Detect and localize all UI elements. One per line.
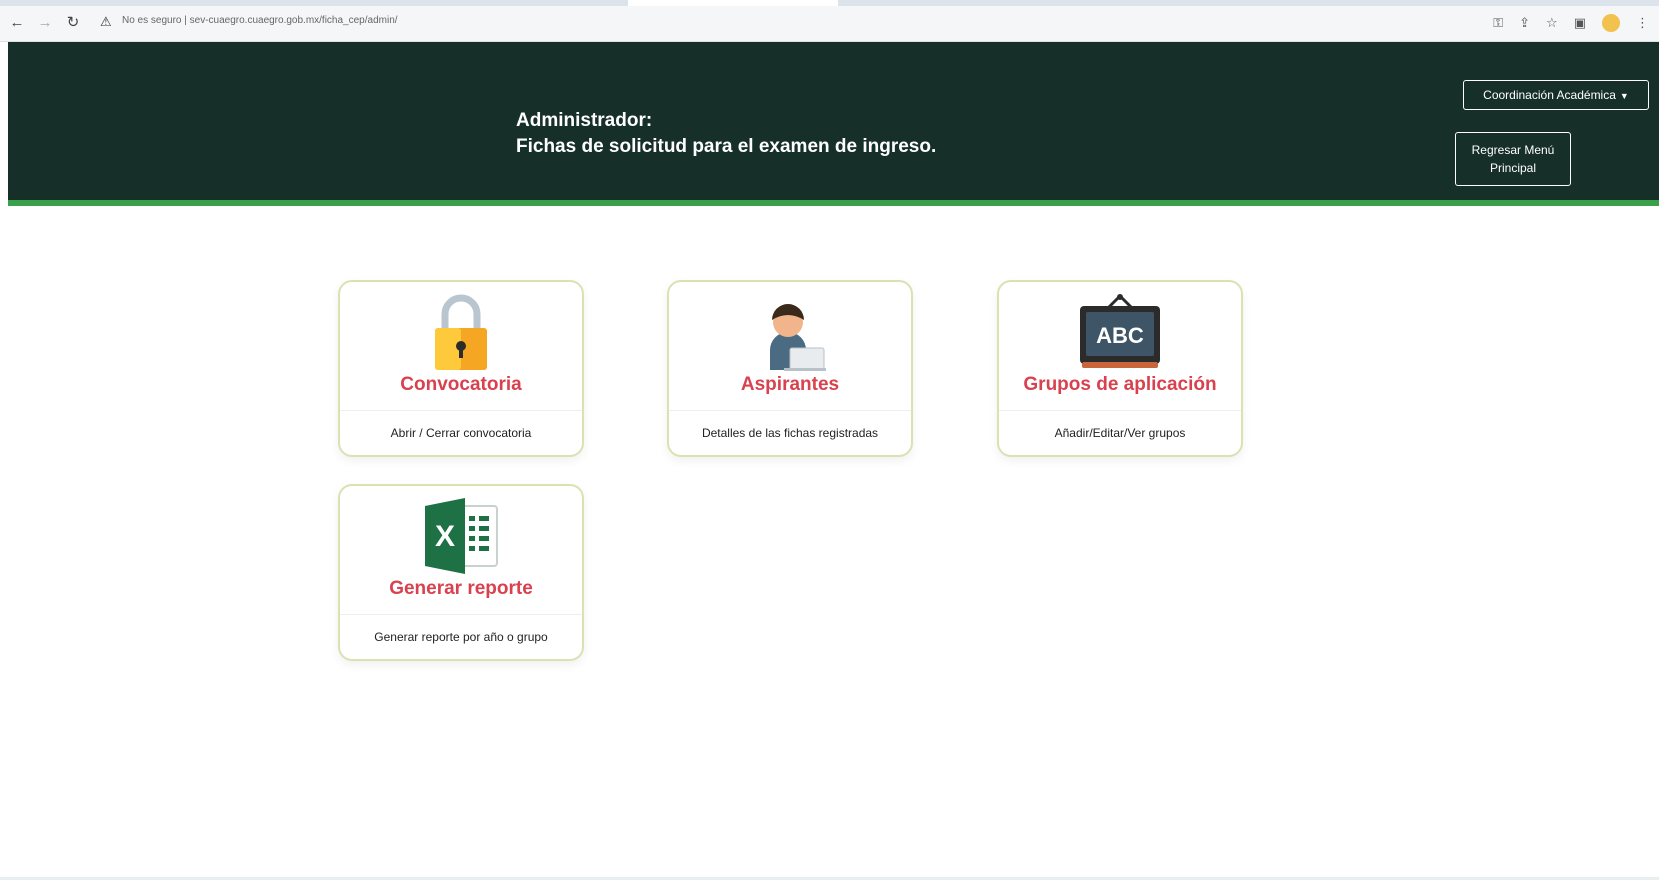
page-title: Administrador: Fichas de solicitud para …	[516, 108, 936, 160]
sidepanel-icon[interactable]: ▣	[1574, 15, 1586, 31]
card-description: Añadir/Editar/Ver grupos	[1054, 426, 1186, 440]
coordination-dropdown-label: Coordinación Académica	[1483, 88, 1616, 102]
card-description: Generar reporte por año o grupo	[374, 630, 548, 644]
url-text: No es seguro | sev-cuaegro.cuaegro.gob.m…	[122, 15, 398, 26]
active-tab[interactable]	[628, 0, 838, 6]
card-description: Detalles de las fichas registradas	[701, 426, 879, 440]
divider	[340, 614, 582, 615]
app-header: Administrador: Fichas de solicitud para …	[8, 42, 1659, 206]
card-title: Convocatoria	[400, 374, 522, 395]
applicant-icon	[669, 290, 911, 372]
menu-dots-icon[interactable]: ⋮	[1636, 15, 1649, 31]
svg-text:X: X	[435, 520, 455, 553]
reload-icon[interactable]: ↻	[64, 14, 82, 32]
page-title-line1: Administrador:	[516, 110, 653, 131]
back-icon[interactable]: ←	[8, 14, 26, 32]
address-bar[interactable]: ⚠ No es seguro | sev-cuaegro.cuaegro.gob…	[92, 12, 1472, 34]
key-icon[interactable]: ⚿	[1493, 15, 1503, 31]
divider	[669, 410, 911, 411]
divider	[340, 410, 582, 411]
share-icon[interactable]: ⇪	[1519, 15, 1530, 31]
browser-toolbar: ← → ↻ ⚠ No es seguro | sev-cuaegro.cuaeg…	[0, 0, 1659, 42]
card-grupos-aplicacion[interactable]: ABC Grupos de aplicación Añadir/Editar/V…	[997, 280, 1243, 457]
divider	[999, 410, 1241, 411]
card-aspirantes[interactable]: Aspirantes Detalles de las fichas regist…	[667, 280, 913, 457]
lock-icon	[340, 290, 582, 372]
card-title: Grupos de aplicación	[1023, 374, 1217, 395]
tab-strip	[0, 0, 1659, 6]
excel-icon: X	[340, 494, 582, 576]
coordination-dropdown[interactable]: Coordinación Académica ▼	[1463, 80, 1649, 110]
return-main-menu-button[interactable]: Regresar Menú Principal	[1455, 132, 1571, 186]
abc-board-icon: ABC	[999, 290, 1241, 372]
star-icon[interactable]: ☆	[1546, 15, 1558, 31]
card-title: Generar reporte	[389, 578, 533, 599]
page-title-line2: Fichas de solicitud para el examen de in…	[516, 136, 937, 157]
card-description: Abrir / Cerrar convocatoria	[390, 426, 532, 440]
browser-actions: ⚿ ⇪ ☆ ▣ ⋮	[1493, 12, 1649, 34]
forward-icon[interactable]: →	[36, 14, 54, 32]
profile-avatar[interactable]	[1602, 14, 1620, 32]
card-generar-reporte[interactable]: X Generar reporte Generar reporte por añ…	[338, 484, 584, 661]
svg-text:ABC: ABC	[1096, 323, 1144, 348]
warning-icon[interactable]: ⚠	[100, 14, 112, 30]
caret-down-icon: ▼	[1619, 91, 1629, 101]
card-convocatoria[interactable]: Convocatoria Abrir / Cerrar convocatoria	[338, 280, 584, 457]
card-title: Aspirantes	[740, 374, 840, 395]
